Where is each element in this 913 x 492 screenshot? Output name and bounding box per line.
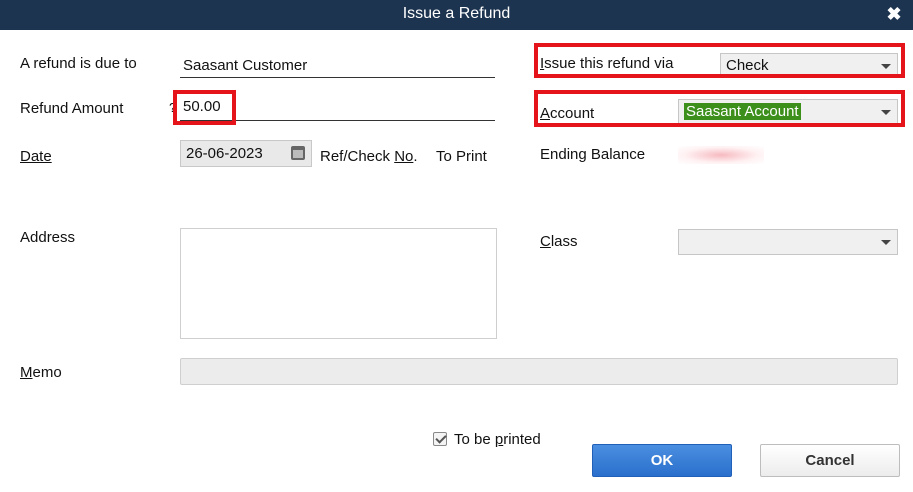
- address-label: Address: [20, 229, 76, 246]
- ref-check-label: Ref/Check No.: [320, 148, 418, 165]
- ending-balance-redacted: [678, 146, 764, 164]
- refund-due-to-label: A refund is due to: [20, 55, 137, 72]
- date-label: Date: [20, 148, 52, 165]
- class-dropdown[interactable]: [678, 229, 898, 255]
- to-be-printed-checkbox[interactable]: [433, 432, 447, 446]
- highlight-refund-amount: [173, 90, 236, 125]
- memo-label: Memo: [20, 364, 62, 381]
- window-title: Issue a Refund: [402, 5, 511, 22]
- to-be-printed-pre: To be: [454, 431, 495, 448]
- class-label-rest: lass: [550, 233, 578, 250]
- memo-label-underlined: M: [20, 364, 33, 381]
- class-label: Class: [540, 233, 578, 250]
- to-be-printed-underlined: p: [494, 431, 504, 448]
- chevron-down-icon: [881, 240, 891, 245]
- ref-check-value[interactable]: To Print: [436, 148, 487, 165]
- to-be-printed-post: rinted: [503, 431, 541, 448]
- date-field[interactable]: 26-06-2023: [180, 140, 312, 167]
- ref-check-label-pre: Ref/Check: [320, 148, 395, 165]
- refund-due-to-field[interactable]: Saasant Customer: [180, 57, 495, 78]
- memo-label-rest: emo: [32, 364, 62, 381]
- ref-check-label-post: .: [413, 148, 418, 165]
- calendar-icon[interactable]: [291, 146, 305, 160]
- memo-field[interactable]: [180, 358, 898, 385]
- ending-balance-label: Ending Balance: [540, 146, 646, 163]
- close-icon[interactable]: ✖: [883, 3, 905, 25]
- highlight-issue-via: [534, 43, 905, 78]
- cancel-button[interactable]: Cancel: [760, 444, 900, 477]
- class-label-underlined: C: [540, 233, 551, 250]
- ok-button[interactable]: OK: [592, 444, 732, 477]
- address-field[interactable]: [180, 228, 497, 339]
- refund-amount-label: Refund Amount: [20, 100, 124, 117]
- ref-check-label-underlined: No: [394, 148, 414, 165]
- title-bar: Issue a Refund ✖: [0, 0, 913, 30]
- to-be-printed-label: To be printed: [454, 431, 541, 448]
- date-value: 26-06-2023: [186, 145, 263, 162]
- highlight-account: [534, 90, 905, 127]
